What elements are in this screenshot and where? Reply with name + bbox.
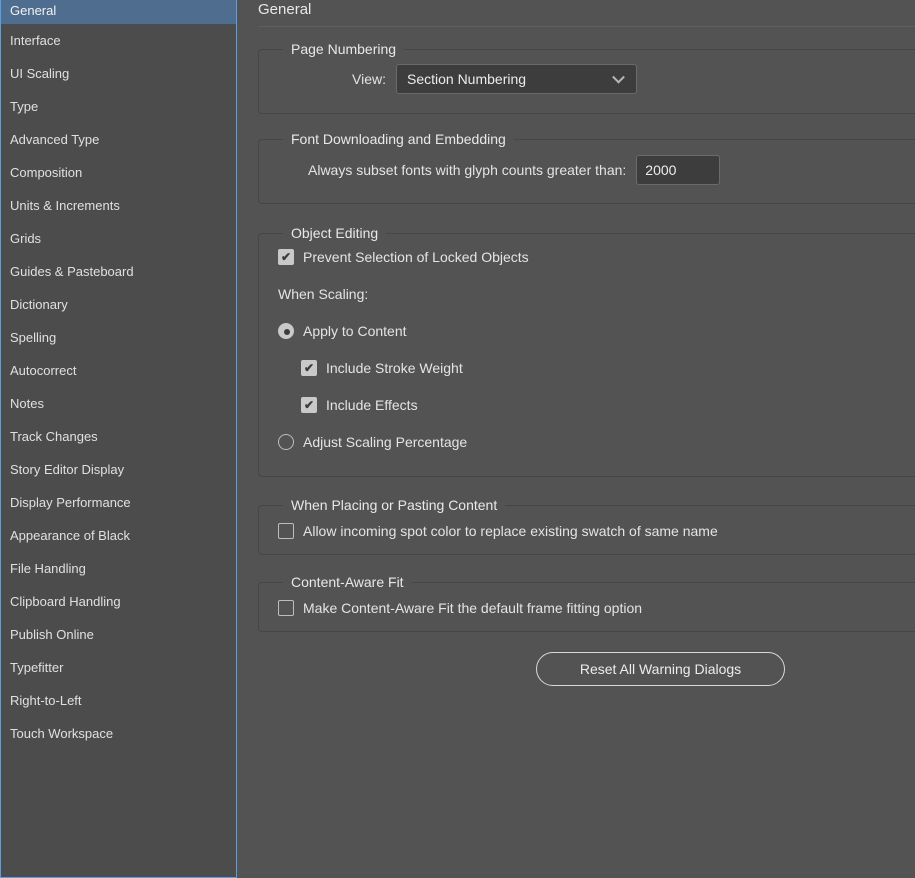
- sidebar-item-typefitter[interactable]: Typefitter: [1, 651, 236, 684]
- adjust-scaling-label: Adjust Scaling Percentage: [303, 434, 467, 450]
- sidebar-item-display-performance[interactable]: Display Performance: [1, 486, 236, 519]
- include-stroke-row: ✔ Include Stroke Weight: [301, 360, 915, 376]
- general-preferences-panel: General Page Numbering View: Section Num…: [237, 0, 915, 878]
- glyph-count-input[interactable]: [636, 155, 720, 185]
- check-icon: ✔: [281, 251, 291, 263]
- object-editing-legend: Object Editing: [283, 224, 386, 243]
- content-aware-fit-checkbox[interactable]: ✔: [278, 600, 294, 616]
- content-aware-fit-legend: Content-Aware Fit: [283, 573, 412, 592]
- sidebar-item-interface[interactable]: Interface: [1, 24, 236, 57]
- preferences-nav: General Interface UI Scaling Type Advanc…: [0, 0, 237, 878]
- page-title: General: [258, 0, 915, 18]
- adjust-scaling-radio[interactable]: [278, 434, 294, 450]
- include-stroke-label: Include Stroke Weight: [326, 360, 463, 376]
- include-stroke-checkbox[interactable]: ✔: [301, 360, 317, 376]
- sidebar-item-publish-online[interactable]: Publish Online: [1, 618, 236, 651]
- include-effects-label: Include Effects: [326, 397, 418, 413]
- adjust-scaling-row: Adjust Scaling Percentage: [278, 434, 915, 450]
- reset-warnings-button[interactable]: Reset All Warning Dialogs: [536, 652, 785, 686]
- prevent-selection-label: Prevent Selection of Locked Objects: [303, 249, 529, 265]
- sidebar-item-advanced-type[interactable]: Advanced Type: [1, 123, 236, 156]
- sidebar-item-grids[interactable]: Grids: [1, 222, 236, 255]
- font-embedding-group: Font Downloading and Embedding Always su…: [258, 139, 915, 204]
- font-embedding-legend: Font Downloading and Embedding: [283, 130, 514, 149]
- placing-pasting-group: When Placing or Pasting Content ✔ Allow …: [258, 505, 915, 555]
- sidebar-item-type[interactable]: Type: [1, 90, 236, 123]
- object-editing-group: Object Editing ✔ Prevent Selection of Lo…: [258, 233, 915, 477]
- chevron-down-icon: [612, 71, 625, 84]
- view-dropdown-value: Section Numbering: [407, 71, 526, 87]
- subset-row: Always subset fonts with glyph counts gr…: [278, 155, 915, 185]
- sidebar-item-right-to-left[interactable]: Right-to-Left: [1, 684, 236, 717]
- sidebar-item-appearance-of-black[interactable]: Appearance of Black: [1, 519, 236, 552]
- view-row: View: Section Numbering: [278, 64, 915, 94]
- sidebar-item-track-changes[interactable]: Track Changes: [1, 420, 236, 453]
- sidebar-item-units-increments[interactable]: Units & Increments: [1, 189, 236, 222]
- check-icon: ✔: [304, 399, 314, 411]
- prevent-selection-row: ✔ Prevent Selection of Locked Objects: [278, 249, 915, 265]
- sidebar-item-ui-scaling[interactable]: UI Scaling: [1, 57, 236, 90]
- content-aware-fit-group: Content-Aware Fit ✔ Make Content-Aware F…: [258, 582, 915, 632]
- content-aware-fit-label: Make Content-Aware Fit the default frame…: [303, 600, 642, 616]
- prevent-selection-checkbox[interactable]: ✔: [278, 249, 294, 265]
- sidebar-item-touch-workspace[interactable]: Touch Workspace: [1, 717, 236, 750]
- sidebar-item-file-handling[interactable]: File Handling: [1, 552, 236, 585]
- include-effects-row: ✔ Include Effects: [301, 397, 915, 413]
- allow-spot-color-checkbox[interactable]: ✔: [278, 523, 294, 539]
- sidebar-item-notes[interactable]: Notes: [1, 387, 236, 420]
- sidebar-item-dictionary[interactable]: Dictionary: [1, 288, 236, 321]
- sidebar-item-guides-pasteboard[interactable]: Guides & Pasteboard: [1, 255, 236, 288]
- page-numbering-group: Page Numbering View: Section Numbering: [258, 49, 915, 114]
- page-numbering-legend: Page Numbering: [283, 40, 404, 59]
- subset-label: Always subset fonts with glyph counts gr…: [308, 162, 626, 178]
- allow-spot-color-row: ✔ Allow incoming spot color to replace e…: [278, 523, 915, 539]
- placing-pasting-legend: When Placing or Pasting Content: [283, 496, 505, 515]
- sidebar-item-composition[interactable]: Composition: [1, 156, 236, 189]
- view-dropdown[interactable]: Section Numbering: [396, 64, 637, 94]
- apply-to-content-label: Apply to Content: [303, 323, 407, 339]
- sidebar-item-autocorrect[interactable]: Autocorrect: [1, 354, 236, 387]
- view-label: View:: [352, 71, 386, 87]
- apply-to-content-radio[interactable]: [278, 323, 294, 339]
- include-effects-checkbox[interactable]: ✔: [301, 397, 317, 413]
- check-icon: ✔: [304, 362, 314, 374]
- when-scaling-label: When Scaling:: [278, 286, 915, 302]
- sidebar-item-spelling[interactable]: Spelling: [1, 321, 236, 354]
- content-aware-fit-row: ✔ Make Content-Aware Fit the default fra…: [278, 600, 915, 616]
- allow-spot-color-label: Allow incoming spot color to replace exi…: [303, 523, 718, 539]
- sidebar-item-clipboard-handling[interactable]: Clipboard Handling: [1, 585, 236, 618]
- sidebar-item-story-editor-display[interactable]: Story Editor Display: [1, 453, 236, 486]
- sidebar-item-general[interactable]: General: [1, 0, 236, 24]
- apply-to-content-row: Apply to Content: [278, 323, 915, 339]
- title-divider: [258, 26, 915, 27]
